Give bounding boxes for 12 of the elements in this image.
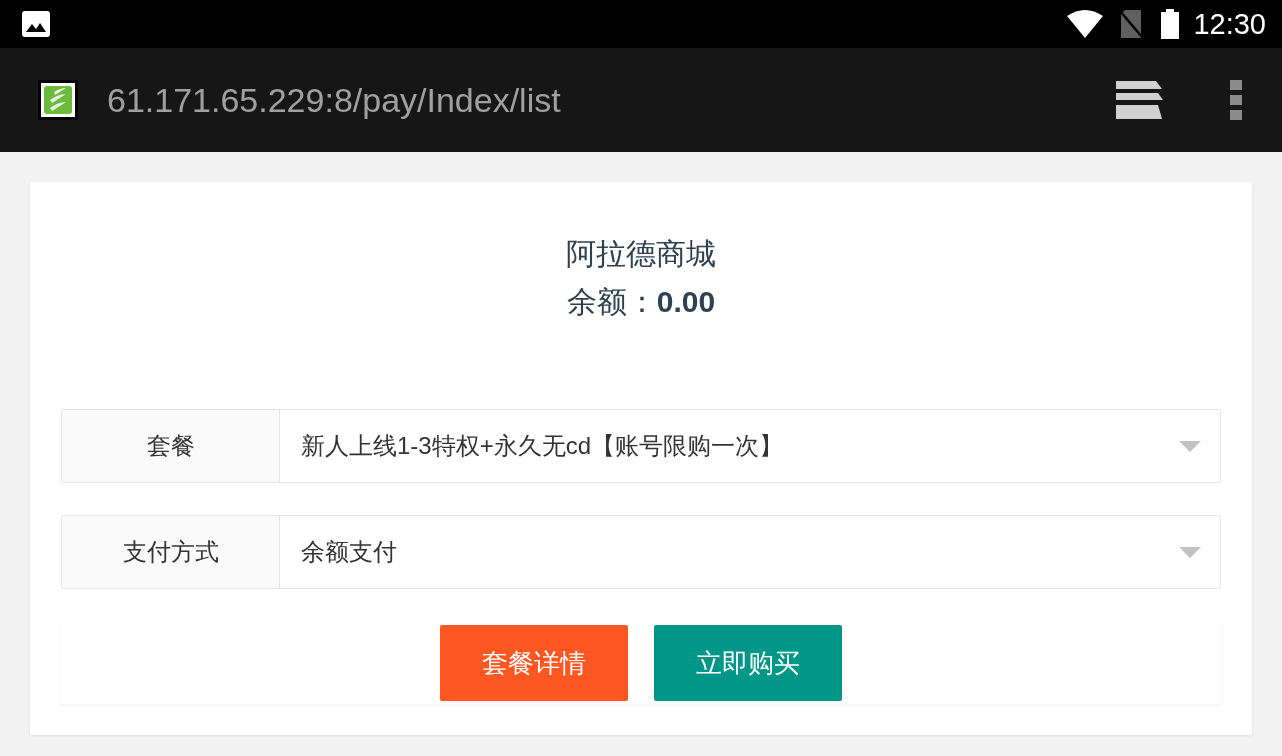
more-menu-icon[interactable] (1230, 80, 1242, 120)
wifi-icon (1067, 10, 1104, 38)
no-sim-icon (1119, 10, 1144, 38)
image-icon (22, 11, 50, 37)
clock-time: 12:30 (1193, 9, 1266, 39)
address-bar-url[interactable]: 61.171.65.229:8/pay/Index/list (107, 83, 561, 117)
shop-title: 阿拉德商城 (566, 236, 716, 272)
action-button[interactable]: 立即购买 (654, 625, 842, 701)
site-favicon (38, 80, 78, 120)
tabs-icon[interactable] (1116, 81, 1164, 119)
balance-text: 余额：0.00 (566, 284, 716, 320)
battery-icon (1161, 9, 1180, 39)
